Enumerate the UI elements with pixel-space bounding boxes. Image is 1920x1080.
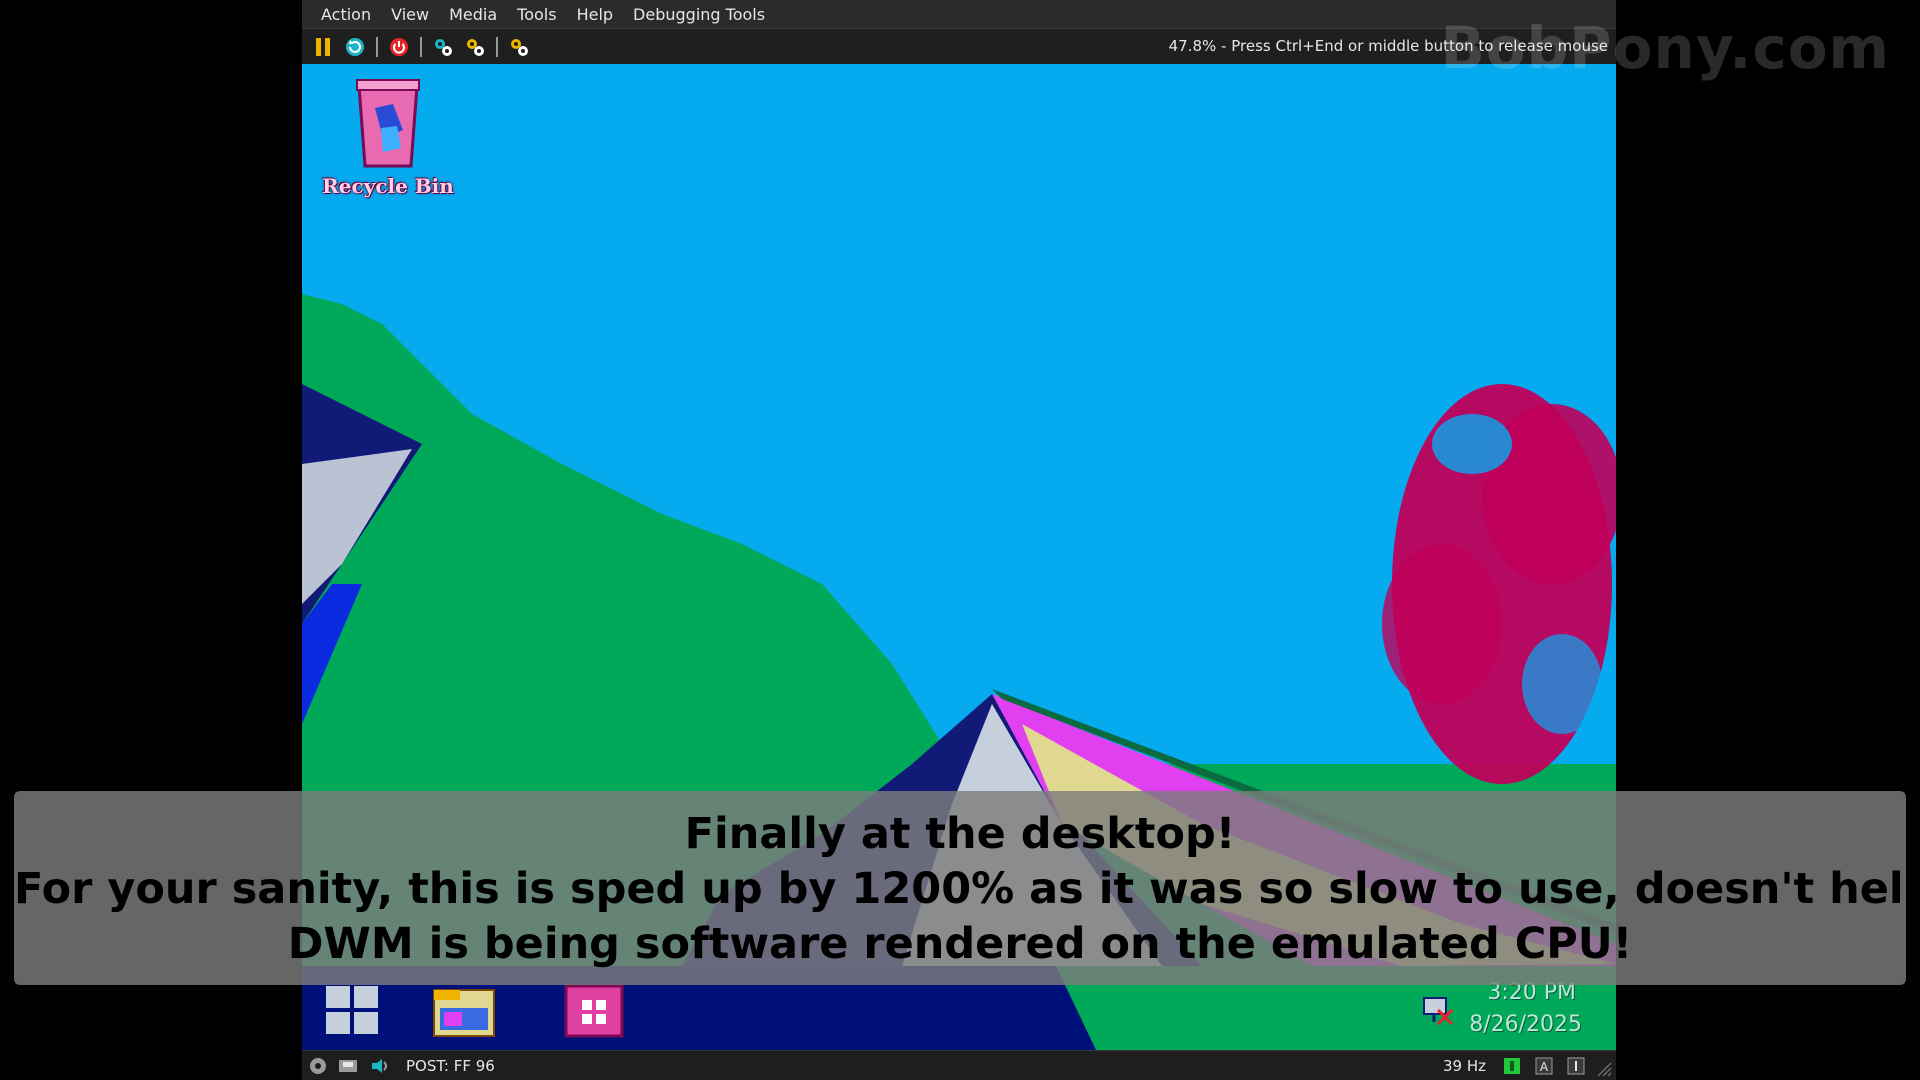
- toolbar: 47.8% - Press Ctrl+End or middle button …: [302, 29, 1616, 64]
- floppy-icon: [339, 1060, 357, 1072]
- settings-button[interactable]: [430, 34, 456, 60]
- resize-grip-icon: [1597, 1062, 1612, 1077]
- settings-icon: [435, 38, 452, 56]
- keyboard-layout-status[interactable]: A: [1534, 1056, 1554, 1076]
- caption-line-2: For your sanity, this is sped up by 1200…: [14, 864, 1920, 914]
- menu-view[interactable]: View: [381, 0, 439, 29]
- refresh-rate: 39 Hz: [1442, 1057, 1486, 1075]
- tray-network-button[interactable]: [1420, 992, 1456, 1028]
- file-explorer-icon: [433, 989, 495, 1037]
- taskbar-store[interactable]: [564, 982, 624, 1038]
- start-button[interactable]: [322, 982, 382, 1038]
- recycle-bin-icon: [356, 79, 420, 168]
- hdd-activity-status[interactable]: [1502, 1056, 1522, 1076]
- hdd-activity-icon: [1504, 1058, 1520, 1074]
- watermark: BobPony.com: [1440, 14, 1890, 82]
- pause-icon: [316, 37, 330, 56]
- cdrom-icon: [310, 1058, 326, 1074]
- menubar: Action View Media Tools Help Debugging T…: [302, 0, 1616, 29]
- caption-line-3: DWM is being software rendered on the em…: [287, 919, 1633, 969]
- emulator-statusbar: POST: FF 96 39 Hz A: [302, 1050, 1616, 1080]
- post-code: POST: FF 96: [406, 1057, 495, 1075]
- keyboard-layout-icon: A: [1535, 1057, 1553, 1075]
- menu-debugging-tools[interactable]: Debugging Tools: [623, 0, 775, 29]
- network-icon: [1423, 997, 1454, 1026]
- floppy-status[interactable]: [338, 1056, 358, 1076]
- toolbar-separator: [496, 36, 498, 57]
- subtitle-caption: Finally at the desktop! For your sanity,…: [14, 791, 1920, 985]
- power-button[interactable]: [386, 34, 412, 60]
- hardware-settings-button[interactable]: [462, 34, 488, 60]
- menu-media[interactable]: Media: [439, 0, 507, 29]
- sound-status[interactable]: [370, 1056, 390, 1076]
- sound-icon: [372, 1059, 387, 1073]
- pause-button[interactable]: [310, 34, 336, 60]
- menu-help[interactable]: Help: [567, 0, 623, 29]
- reset-icon: [346, 37, 364, 56]
- start-button-icon: [326, 986, 378, 1034]
- toolbar-separator: [420, 36, 422, 57]
- desktop-icon-recycle-bin[interactable]: Recycle Bin: [318, 78, 458, 198]
- caption-line-1: Finally at the desktop!: [684, 809, 1236, 859]
- menu-action[interactable]: Action: [311, 0, 381, 29]
- store-icon: [564, 984, 624, 1038]
- recycle-bin-label: Recycle Bin: [322, 174, 454, 198]
- cad-icon: [511, 38, 528, 56]
- cdrom-status[interactable]: [308, 1056, 328, 1076]
- cad-button[interactable]: [506, 34, 532, 60]
- screen: Action View Media Tools Help Debugging T…: [0, 0, 1920, 1080]
- power-icon: [390, 37, 408, 56]
- svg-text:A: A: [1540, 1060, 1549, 1074]
- hardware-settings-icon: [467, 38, 484, 56]
- taskbar-file-explorer[interactable]: [432, 982, 495, 1038]
- menu-tools[interactable]: Tools: [507, 0, 566, 29]
- toolbar-separator: [376, 36, 378, 57]
- mouse-capture-icon: [1567, 1057, 1585, 1075]
- window-resize-grip[interactable]: [1594, 1059, 1614, 1079]
- clock-date[interactable]: 8/26/2025: [1469, 1012, 1582, 1037]
- reset-button[interactable]: [342, 34, 368, 60]
- mouse-capture-status[interactable]: [1566, 1056, 1586, 1076]
